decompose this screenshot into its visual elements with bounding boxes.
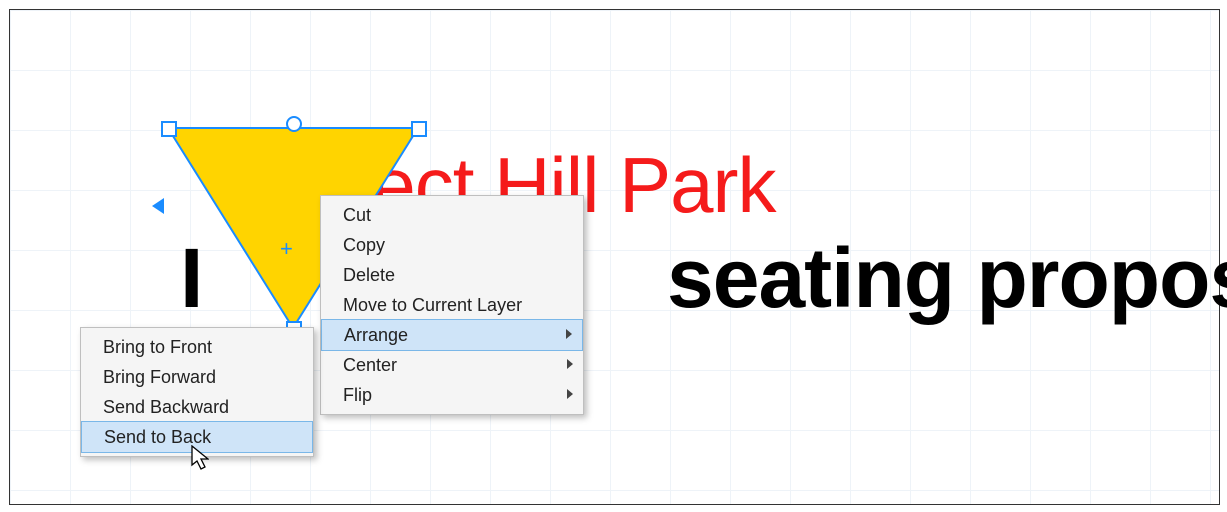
- canvas-frame: pect Hill Park I seating proposal + Cut …: [9, 9, 1220, 505]
- center-icon: +: [280, 236, 293, 262]
- menu-send-backward[interactable]: Send Backward: [81, 392, 313, 422]
- menu-arrange[interactable]: Arrange: [321, 319, 583, 351]
- submenu-arrange[interactable]: Bring to Front Bring Forward Send Backwa…: [80, 327, 314, 457]
- menu-cut[interactable]: Cut: [321, 200, 583, 230]
- context-menu[interactable]: Cut Copy Delete Move to Current Layer Ar…: [320, 195, 584, 415]
- menu-copy[interactable]: Copy: [321, 230, 583, 260]
- resize-handle[interactable]: [161, 121, 177, 137]
- menu-bring-forward[interactable]: Bring Forward: [81, 362, 313, 392]
- menu-center[interactable]: Center: [321, 350, 583, 380]
- menu-bring-front[interactable]: Bring to Front: [81, 332, 313, 362]
- chevron-right-icon: [567, 389, 573, 399]
- chevron-right-icon: [567, 359, 573, 369]
- chevron-right-icon: [566, 329, 572, 339]
- menu-move-layer[interactable]: Move to Current Layer: [321, 290, 583, 320]
- resize-handle[interactable]: [411, 121, 427, 137]
- menu-delete[interactable]: Delete: [321, 260, 583, 290]
- title-black-right: seating proposal: [667, 231, 1227, 325]
- menu-send-back[interactable]: Send to Back: [81, 421, 313, 453]
- menu-flip[interactable]: Flip: [321, 380, 583, 410]
- side-handle[interactable]: [152, 198, 164, 214]
